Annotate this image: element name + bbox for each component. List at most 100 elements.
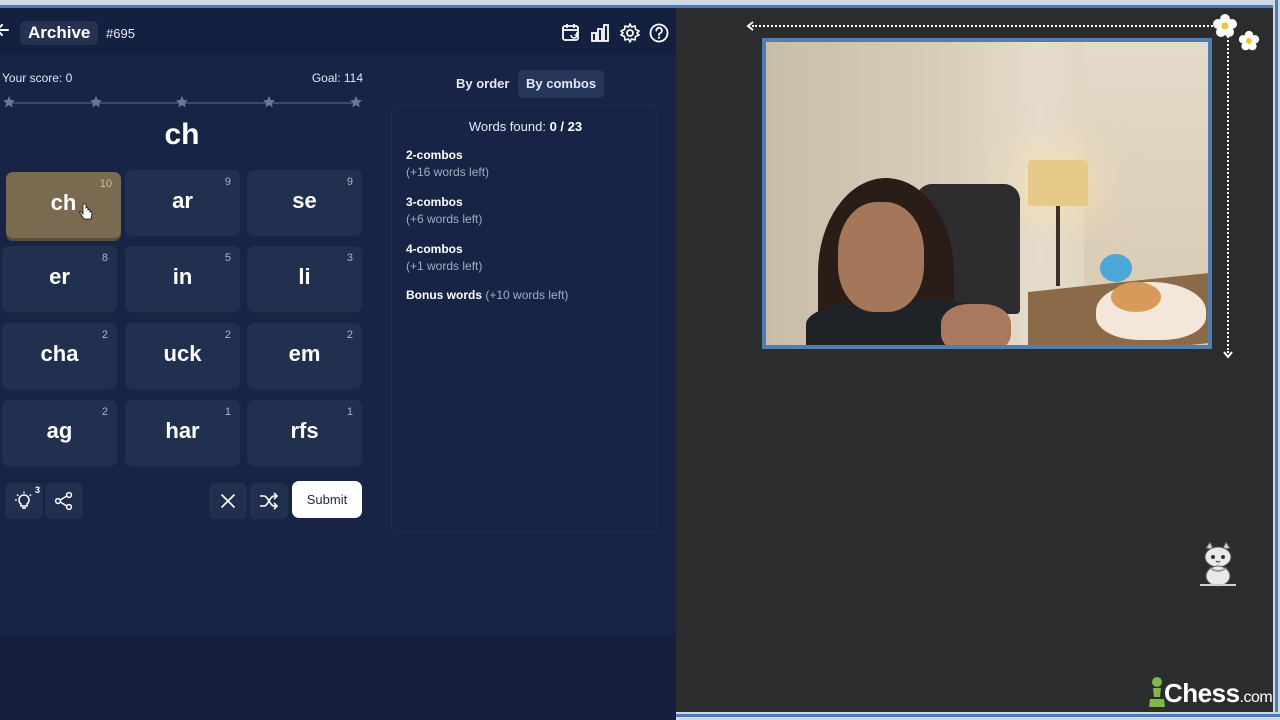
puzzle-number: #695 [106,26,135,41]
help-icon[interactable] [648,22,670,44]
shuffle-icon [260,492,279,510]
brand-name: Chess [1164,678,1240,708]
tile-rfs[interactable]: 1 rfs [247,400,362,466]
words-found-label: Words found: [468,119,546,134]
tile-har[interactable]: 1 har [125,400,240,466]
tile-uck[interactable]: 2 uck [125,323,240,389]
score-label: Your score: 0 [2,71,73,85]
tile-label: er [49,264,70,289]
tile-count: 2 [101,329,108,341]
share-icon [54,491,73,511]
right-border-accent [1275,0,1278,720]
back-arrow-icon[interactable] [0,20,10,40]
cat-patch [1111,282,1161,312]
tile-er[interactable]: 8 er [2,246,117,312]
tile-count: 2 [101,406,108,418]
milestone-star-icon [3,96,15,108]
close-icon [221,494,235,508]
combo-name: 2-combos [406,148,463,162]
dotted-frame-top [752,25,1228,27]
milestone-star-icon [263,96,275,108]
brand-suffix: .com [1239,689,1273,706]
plush-toy [1100,254,1132,282]
game-board-area: Archive #695 Your score: 0 Goal: 114 ch … [0,8,676,636]
tile-count: 1 [224,406,231,418]
bonus-words-row[interactable]: Bonus words (+10 words left) [406,288,568,302]
tile-label: har [165,418,200,443]
tile-label: ch [50,190,77,215]
lamp-stand [1056,206,1060,286]
combo-words-left: (+6 words left) [406,212,483,226]
share-button[interactable] [45,483,83,519]
streamer-arm [941,304,1011,345]
tile-label: ar [172,188,193,213]
combo-name: 3-combos [406,195,463,209]
tile-count: 8 [101,252,108,264]
tile-label: se [292,188,317,213]
lightbulb-icon [15,491,32,509]
bottom-border-accent [676,714,1280,717]
milestone-star-icon [90,96,102,108]
tile-count: 3 [346,252,353,264]
tile-count: 10 [99,178,112,190]
tile-label: in [172,264,193,289]
bonus-words-left: (+10 words left) [485,288,569,302]
combo-name: 4-combos [406,242,463,256]
tab-by-combos[interactable]: By combos [518,70,605,98]
lamp [1028,160,1088,206]
flower-icon [1238,30,1260,51]
tile-count: 1 [346,406,353,418]
milestone-star-icon [350,96,362,108]
tile-label: cha [40,341,79,366]
combo-words-left: (+16 words left) [406,165,490,179]
clear-button[interactable] [209,483,247,519]
words-found-panel: Words found: 0 / 23 2-combos (+16 words … [391,105,658,533]
cat-mascot-icon [1200,541,1236,587]
archive-button[interactable]: Archive [20,21,99,45]
arrow-down-icon [1223,351,1233,359]
tile-li[interactable]: 3 li [247,246,362,312]
milestone-star-icon [176,96,188,108]
tab-by-order[interactable]: By order [456,70,509,98]
tile-ar[interactable]: 9 ar [125,170,240,236]
shuffle-button[interactable] [250,483,288,519]
webcam-frame [762,38,1212,349]
combo-words-left: (+1 words left) [406,259,483,273]
combo-group-3[interactable]: 3-combos (+6 words left) [406,195,482,226]
tile-label: uck [163,341,202,366]
tile-count: 9 [224,176,231,188]
tile-cha[interactable]: 2 cha [2,323,117,389]
tile-count: 9 [346,176,353,188]
gear-icon[interactable] [619,22,641,44]
arrow-left-icon [746,21,754,31]
tile-in[interactable]: 5 in [125,246,240,312]
tile-count: 2 [224,329,231,341]
combo-group-2[interactable]: 2-combos (+16 words left) [406,148,489,179]
dotted-frame-right [1227,25,1229,353]
game-footer-area [0,636,676,720]
goal-label: Goal: 114 [311,71,363,85]
submit-button[interactable]: Submit [292,481,362,518]
bonus-words-name: Bonus words [406,288,483,302]
words-found-value: 0 / 23 [549,119,583,134]
current-word-display: ch [164,118,200,151]
flower-icon [1213,14,1237,37]
tile-count: 2 [346,329,353,341]
hint-button[interactable]: 3 [5,483,43,519]
chess-com-logo: Chess.com [1164,678,1273,709]
tile-label: rfs [290,418,319,443]
words-found-count: Words found: 0 / 23 [392,119,659,134]
game-panel: Archive #695 Your score: 0 Goal: 114 ch … [0,8,676,720]
game-header: Archive #695 [0,8,676,54]
tile-em[interactable]: 2 em [247,323,362,389]
tile-ag[interactable]: 2 ag [2,400,117,466]
hand-cursor-icon [79,203,93,220]
calendar-icon[interactable] [560,22,582,44]
streamer-face [838,202,924,312]
stats-icon[interactable] [589,22,611,44]
tile-label: ag [46,418,73,443]
tile-ch[interactable]: 10 ch [6,172,121,238]
hint-count-badge: 3 [35,485,41,495]
tile-se[interactable]: 9 se [247,170,362,236]
combo-group-4[interactable]: 4-combos (+1 words left) [406,242,482,273]
